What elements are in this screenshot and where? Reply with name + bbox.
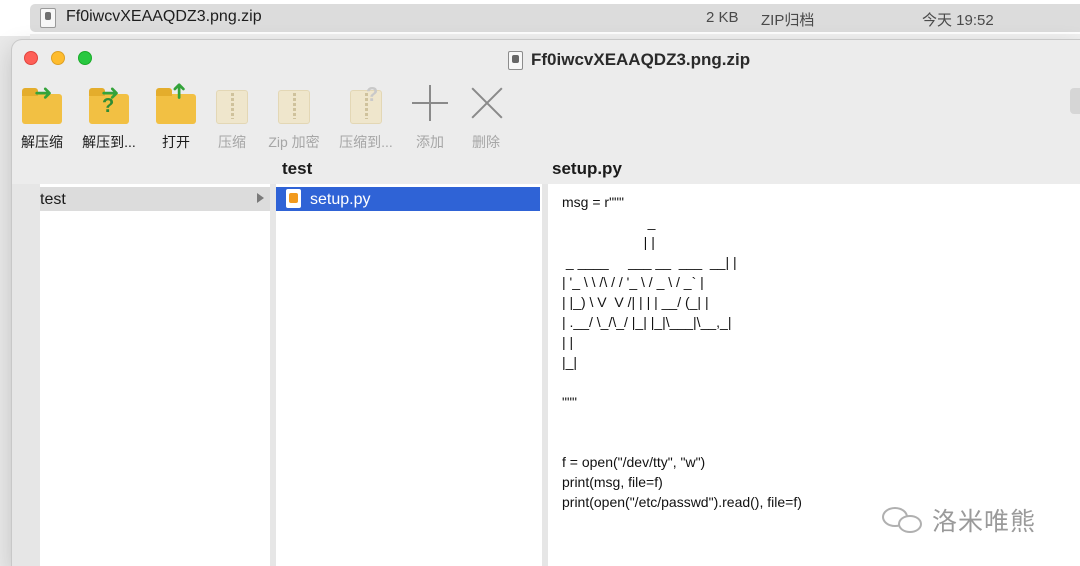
list-item-label: test — [40, 191, 66, 208]
compress-icon — [208, 80, 256, 128]
compress-button[interactable]: 压缩 — [208, 80, 256, 152]
extract-button[interactable]: ➜ 解压缩 — [16, 80, 68, 152]
finder-file-name: Ff0iwcvXEAAQDZ3.png.zip — [66, 8, 262, 25]
delete-label: 删除 — [472, 134, 500, 150]
compress-to-button[interactable]: ? 压缩到... — [332, 80, 400, 152]
file-preview-text: msg = r""" _ | | _ ____ ___ __ ___ __| |… — [562, 194, 802, 510]
open-button[interactable]: ➜ 打开 — [150, 80, 202, 152]
plus-icon — [406, 80, 454, 128]
window-title-text: Ff0iwcvXEAAQDZ3.png.zip — [531, 50, 751, 69]
extract-to-label: 解压到... — [82, 134, 136, 150]
zip-file-icon — [40, 8, 56, 28]
wechat-icon — [880, 503, 926, 537]
extract-to-button[interactable]: ➜? 解压到... — [76, 80, 142, 152]
column-header-setup: setup.py — [552, 159, 622, 178]
chevron-right-icon — [257, 193, 264, 203]
watermark: 洛米唯熊 — [880, 502, 1036, 538]
column-header-test: test — [282, 159, 313, 178]
watermark-text: 洛米唯熊 — [932, 508, 1037, 536]
open-label: 打开 — [162, 134, 190, 150]
finder-file-size: 2 KB — [706, 9, 739, 26]
python-file-icon — [286, 189, 301, 208]
finder-list-row[interactable]: Ff0iwcvXEAAQDZ3.png.zip 2 KB ZIP归档 今天 19… — [0, 0, 1080, 36]
finder-file-date: 今天 19:52 — [922, 12, 994, 29]
add-button[interactable]: 添加 — [406, 80, 454, 152]
delete-icon — [462, 80, 510, 128]
compress-to-icon: ? — [342, 80, 390, 128]
compress-to-label: 压缩到... — [339, 134, 393, 150]
extract-to-icon: ➜? — [85, 80, 133, 128]
zip-encrypt-label: Zip 加密 — [268, 134, 320, 150]
compress-label: 压缩 — [218, 134, 246, 150]
zoom-button[interactable] — [78, 51, 92, 65]
extract-icon: ➜ — [18, 80, 66, 128]
column-test: setup.py — [276, 184, 542, 566]
column-root: test — [40, 184, 270, 566]
delete-button[interactable]: 删除 — [462, 80, 510, 152]
title-bar[interactable]: Ff0iwcvXEAAQDZ3.png.zip — [12, 40, 1080, 114]
add-label: 添加 — [416, 134, 444, 150]
zip-encrypt-button[interactable]: Zip 加密 — [262, 80, 326, 152]
extract-label: 解压缩 — [21, 134, 63, 150]
toolbar: ➜ 解压缩 ➜? 解压到... ➜ 打开 压缩 Zip 加密 ? 压缩到... — [12, 80, 1080, 152]
list-item-label: setup.py — [310, 191, 371, 208]
window-title: Ff0iwcvXEAAQDZ3.png.zip — [508, 48, 750, 72]
finder-file-kind: ZIP归档 — [761, 12, 815, 29]
open-folder-icon: ➜ — [152, 80, 200, 128]
zip-encrypt-icon — [270, 80, 318, 128]
left-gutter — [12, 184, 40, 566]
finder-selected-row[interactable]: Ff0iwcvXEAAQDZ3.png.zip 2 KB ZIP归档 今天 19… — [30, 4, 1080, 32]
close-button[interactable] — [24, 51, 38, 65]
zip-file-icon — [508, 50, 523, 70]
list-item-setup-py[interactable]: setup.py — [276, 187, 540, 211]
column-headers: test setup.py — [12, 156, 1080, 184]
minimize-button[interactable] — [51, 51, 65, 65]
archive-window: Ff0iwcvXEAAQDZ3.png.zip ➜ 解压缩 ➜? 解压到... … — [12, 40, 1080, 566]
list-item-test-folder[interactable]: test — [40, 187, 270, 211]
